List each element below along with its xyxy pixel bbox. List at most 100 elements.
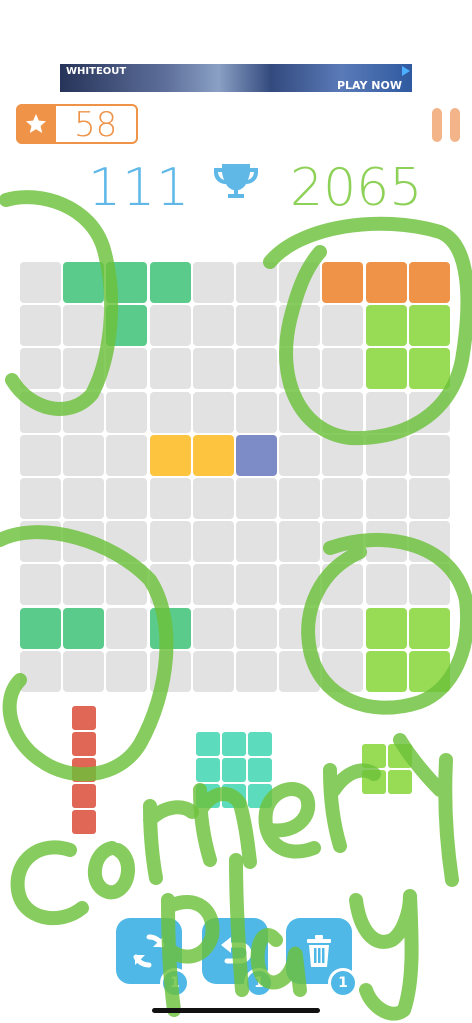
- board-cell-empty: [236, 650, 277, 692]
- board-cell-empty: [408, 564, 450, 606]
- board-cell-empty: [236, 391, 277, 433]
- pause-bar-left: [432, 108, 442, 142]
- pause-button[interactable]: [432, 108, 462, 142]
- board-cell-empty: [236, 478, 277, 519]
- ad-brand: WHITEOUT: [66, 66, 127, 77]
- board-cell-empty: [20, 305, 61, 347]
- star-icon: [26, 114, 46, 133]
- board-cell-empty: [322, 650, 364, 692]
- board-cell-empty: [20, 434, 61, 476]
- board-cell-empty: [408, 434, 450, 476]
- board-cell-empty: [408, 391, 450, 433]
- board-cell-filled: [365, 262, 407, 303]
- board-cell-empty: [20, 650, 61, 692]
- board-cell-filled: [408, 348, 450, 390]
- rotate-count: 1: [160, 968, 190, 998]
- rotate-icon: [133, 934, 165, 968]
- star-counter: 58: [16, 104, 138, 144]
- piece-cell: [388, 770, 412, 794]
- board-cell-empty: [106, 607, 148, 649]
- undo-count: 1: [244, 968, 274, 998]
- board-cell-empty: [408, 521, 450, 563]
- board-cell-empty: [63, 348, 105, 390]
- piece-cell: [196, 732, 220, 756]
- piece-cell: [72, 784, 96, 808]
- board-cell-empty: [63, 650, 105, 692]
- board-cell-empty: [322, 564, 364, 606]
- board-cell-filled: [408, 262, 450, 303]
- board-cell-empty: [236, 262, 277, 303]
- board-cell-filled: [106, 305, 148, 347]
- board-cell-empty: [236, 607, 277, 649]
- piece-cell: [362, 770, 386, 794]
- trash-icon: [307, 935, 331, 967]
- piece-cell: [196, 758, 220, 782]
- piece-cell: [248, 732, 272, 756]
- best-score: 2065: [290, 158, 423, 218]
- piece-cell: [248, 758, 272, 782]
- board-cell-filled: [236, 434, 277, 476]
- board-cell-empty: [63, 478, 105, 519]
- pause-bar-right: [450, 108, 460, 142]
- board-cell-filled: [149, 262, 191, 303]
- board-cell-empty: [236, 305, 277, 347]
- board-cell-filled: [365, 607, 407, 649]
- piece-cell: [72, 810, 96, 834]
- piece-cell: [222, 758, 246, 782]
- board-cell-empty: [192, 607, 234, 649]
- board-cell-empty: [279, 391, 321, 433]
- home-indicator[interactable]: [152, 1008, 320, 1013]
- board-cell-empty: [106, 391, 148, 433]
- board-cell-empty: [408, 478, 450, 519]
- board-cell-empty: [20, 564, 61, 606]
- board-cell-empty: [106, 434, 148, 476]
- board-cell-empty: [365, 391, 407, 433]
- board-cell-empty: [322, 348, 364, 390]
- board-cell-empty: [192, 391, 234, 433]
- board-cell-empty: [63, 564, 105, 606]
- board-cell-empty: [192, 521, 234, 563]
- board-cell-empty: [192, 305, 234, 347]
- board-cell-empty: [279, 434, 321, 476]
- board-cell-empty: [106, 521, 148, 563]
- board-cell-empty: [322, 521, 364, 563]
- board-cell-empty: [236, 564, 277, 606]
- board-cell-empty: [149, 650, 191, 692]
- board-cell-empty: [63, 521, 105, 563]
- board-cell-empty: [20, 478, 61, 519]
- board-cell-empty: [279, 521, 321, 563]
- piece-cell: [222, 732, 246, 756]
- board-cell-empty: [322, 434, 364, 476]
- piece-cell: [248, 784, 272, 808]
- ad-banner[interactable]: WHITEOUT PLAY NOW: [60, 64, 412, 92]
- board-cell-filled: [63, 607, 105, 649]
- ad-choices-icon[interactable]: [402, 66, 410, 76]
- piece-cell: [72, 706, 96, 730]
- board-cell-empty: [149, 305, 191, 347]
- board-cell-empty: [322, 478, 364, 519]
- board-cell-empty: [63, 305, 105, 347]
- board-cell-empty: [365, 521, 407, 563]
- board-cell-empty: [322, 391, 364, 433]
- board-cell-filled: [192, 434, 234, 476]
- game-board[interactable]: [20, 262, 452, 694]
- board-cell-empty: [20, 521, 61, 563]
- board-cell-empty: [20, 391, 61, 433]
- board-cell-empty: [279, 305, 321, 347]
- piece-cell: [72, 758, 96, 782]
- board-cell-empty: [63, 391, 105, 433]
- piece-cell: [72, 732, 96, 756]
- board-cell-empty: [236, 521, 277, 563]
- board-cell-filled: [149, 434, 191, 476]
- ad-cta[interactable]: PLAY NOW: [337, 79, 402, 92]
- board-cell-empty: [192, 564, 234, 606]
- piece-cell: [196, 784, 220, 808]
- board-cell-empty: [279, 478, 321, 519]
- board-cell-empty: [192, 348, 234, 390]
- board-cell-empty: [149, 521, 191, 563]
- board-cell-filled: [149, 607, 191, 649]
- board-cell-empty: [236, 348, 277, 390]
- board-cell-filled: [408, 607, 450, 649]
- trash-count: 1: [328, 968, 358, 998]
- piece-cell: [222, 784, 246, 808]
